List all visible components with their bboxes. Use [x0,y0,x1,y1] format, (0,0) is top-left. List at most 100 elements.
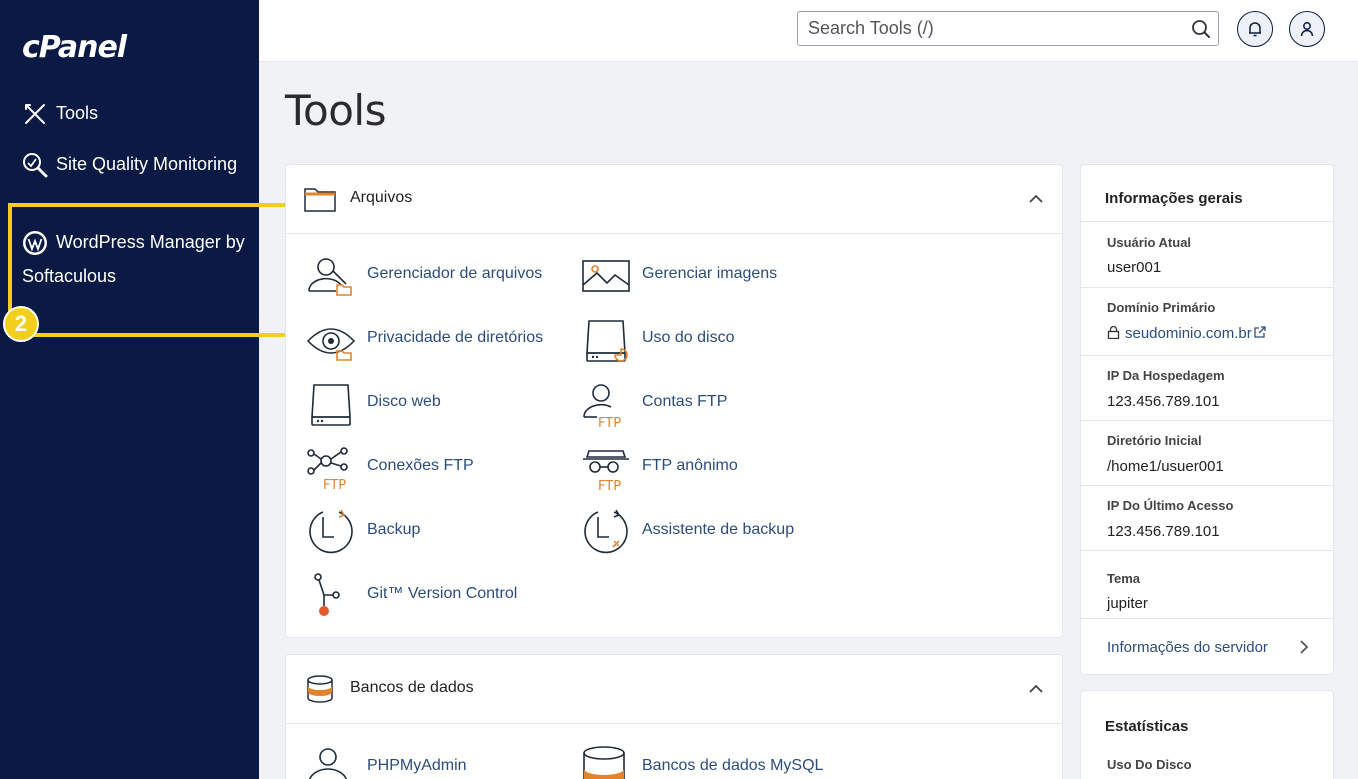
general-info-title: Informações gerais [1105,190,1243,207]
external-link-icon [1254,326,1266,338]
user-menu-button[interactable] [1289,11,1325,47]
tool-label: PHPMyAdmin [367,757,467,774]
info-row-primary-domain: Domínio Primário seudominio.com.br [1081,287,1333,355]
sidebar-item-tools[interactable]: Tools [22,97,98,129]
tool-label: Uso do disco [642,329,735,346]
info-value: user001 [1107,259,1162,276]
databases-panel-title: Bancos de dados [350,679,474,696]
tools-icon [22,101,48,127]
tool-backup-wizard[interactable]: Assistente de backup [581,507,841,557]
primary-domain-link[interactable]: seudominio.com.br [1107,325,1266,342]
info-value: jupiter [1107,595,1148,612]
tool-mysql[interactable]: Bancos de dados MySQL [581,743,841,779]
search-input[interactable] [798,12,1178,45]
info-value: 123.456.789.101 [1107,523,1220,540]
info-label: IP Da Hospedagem [1107,368,1225,383]
svg-text:FTP: FTP [598,479,621,493]
statistics-disk-usage-label: Uso Do Disco [1107,757,1192,772]
cpanel-logo[interactable]: cPanel [22,30,127,65]
tool-label: Assistente de backup [642,521,795,538]
databases-panel-header[interactable]: Bancos de dados [286,655,1062,724]
info-label: Diretório Inicial [1107,433,1202,448]
info-row-home-directory: Diretório Inicial /home1/usuer001 [1081,420,1333,485]
server-info-link[interactable]: Informações do servidor [1107,639,1268,656]
sidebar-item-label: Site Quality Monitoring [56,154,238,174]
info-divider [1081,618,1333,619]
search-icon[interactable] [1190,18,1212,40]
files-panel: Arquivos Gerenciador de arquivos Privaci… [285,164,1063,638]
info-row-theme: Tema jupiter [1081,550,1333,618]
statistics-panel: Estatísticas Uso Do Disco [1080,690,1334,779]
tool-ftp-connections[interactable]: FTP Conexões FTP [306,443,566,493]
databases-panel: Bancos de dados PHPMyAdmin Bancos de dad… [285,654,1063,779]
backup-icon [309,509,353,554]
highlight-box [8,203,298,337]
sidebar-item-site-quality[interactable]: Site Quality Monitoring [22,148,242,180]
tool-label: Backup [367,521,421,538]
tool-label: Disco web [367,393,441,410]
info-label: IP Do Último Acesso [1107,498,1234,513]
tool-disk-usage[interactable]: Uso do disco [581,315,841,365]
tool-label: Gerenciador de arquivos [367,265,543,282]
images-icon [582,260,630,292]
tool-ftp-accounts[interactable]: FTP Contas FTP [581,379,841,429]
search-box [797,11,1219,46]
info-label: Domínio Primário [1107,300,1216,315]
git-icon [314,573,340,616]
tool-label: Gerenciar imagens [642,265,778,282]
notifications-button[interactable] [1237,11,1273,47]
anonymous-ftp-icon: FTP [583,450,629,493]
tool-label: Bancos de dados MySQL [642,757,824,774]
info-value: /home1/usuer001 [1107,458,1224,475]
tool-file-manager[interactable]: Gerenciador de arquivos [306,251,566,301]
info-row-last-login-ip: IP Do Último Acesso 123.456.789.101 [1081,485,1333,550]
ftp-connections-icon: FTP [307,447,348,493]
folder-icon [304,188,336,212]
user-icon [1300,22,1314,37]
web-disk-icon [311,384,351,426]
site-quality-icon [22,152,48,178]
info-row-current-user: Usuário Atual user001 [1081,221,1333,287]
info-value: 123.456.789.101 [1107,393,1220,410]
tool-git[interactable]: Git™ Version Control [306,571,566,621]
primary-domain-text: seudominio.com.br [1125,325,1252,342]
tool-label: Privacidade de diretórios [367,329,544,346]
tool-backup[interactable]: Backup [306,507,566,557]
tool-label: Git™ Version Control [367,585,518,602]
chevron-right-icon[interactable] [1297,639,1311,655]
bell-icon [1249,22,1261,37]
tool-label: Conexões FTP [367,457,474,474]
tool-phpmyadmin[interactable]: PHPMyAdmin [306,743,566,779]
tool-label: FTP anônimo [642,457,738,474]
files-panel-header[interactable]: Arquivos [286,165,1062,234]
ftp-accounts-icon: FTP [583,384,621,429]
sidebar-item-label: Tools [56,103,99,123]
disk-usage-icon [586,320,628,362]
info-row-hosting-ip: IP Da Hospedagem 123.456.789.101 [1081,355,1333,421]
tool-directory-privacy[interactable]: Privacidade de diretórios [306,315,566,365]
page-title: Tools [285,86,386,135]
lock-icon [1107,326,1120,339]
backup-wizard-icon [584,509,628,554]
tool-web-disk[interactable]: Disco web [306,379,566,429]
info-label: Usuário Atual [1107,235,1192,250]
step-badge: 2 [3,306,39,342]
chevron-up-icon[interactable] [1028,681,1044,697]
mysql-icon [583,746,625,779]
svg-text:FTP: FTP [323,478,346,493]
info-label: Tema [1107,571,1140,586]
svg-text:FTP: FTP [598,416,621,429]
files-panel-title: Arquivos [350,189,413,206]
tool-images[interactable]: Gerenciar imagens [581,251,841,301]
top-header [259,0,1358,62]
statistics-title: Estatísticas [1105,718,1189,735]
general-info-panel: Informações gerais Usuário Atual user001… [1080,164,1334,675]
chevron-up-icon[interactable] [1028,191,1044,207]
database-icon [307,675,333,703]
phpmyadmin-icon [309,748,347,779]
sidebar: cPanel Tools Site Quality Monitoring Wor… [0,0,259,779]
tool-anonymous-ftp[interactable]: FTP FTP anônimo [581,443,841,493]
file-manager-icon [308,258,352,296]
directory-privacy-icon [306,328,356,361]
tool-label: Contas FTP [642,393,728,410]
